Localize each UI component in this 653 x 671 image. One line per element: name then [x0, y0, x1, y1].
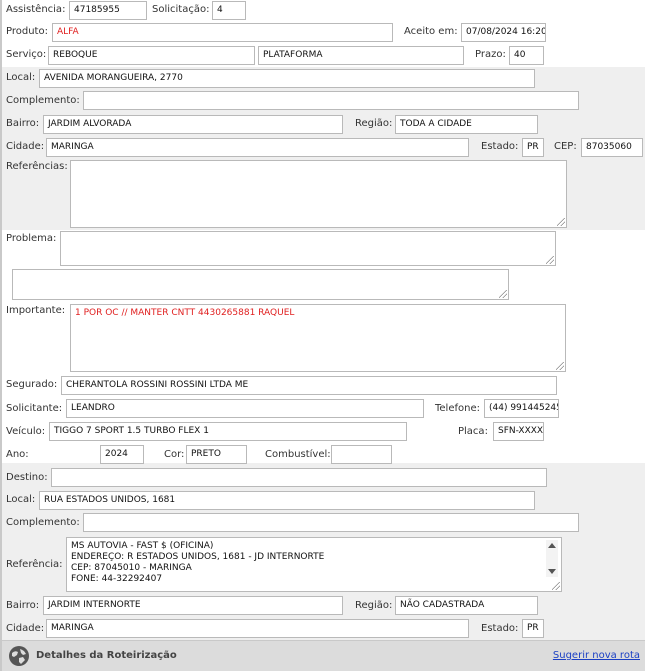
referencia-line: FONE: 44-32292407 [71, 574, 163, 584]
suggest-route-link[interactable]: Sugerir nova rota [553, 650, 640, 661]
destino-referencia-label: Referência: [6, 559, 63, 570]
cidade-label: Cidade: [6, 141, 45, 152]
assistencia-label: Assistência: [6, 4, 66, 15]
problema-textarea[interactable] [60, 231, 556, 266]
cor-field[interactable]: PRETO [186, 445, 247, 464]
destino-cidade-label: Cidade: [6, 623, 45, 634]
combustivel-field[interactable] [331, 445, 392, 464]
globe-icon [9, 646, 29, 666]
destino-local-label: Local: [6, 494, 36, 505]
resize-handle-icon[interactable] [556, 362, 564, 370]
combustivel-label: Combustível: [265, 449, 331, 460]
routing-details-title: Detalhes da Roteirização [36, 650, 177, 661]
complemento-label: Complemento: [6, 95, 80, 106]
destino-regiao-label: Região: [355, 600, 393, 611]
solicitante-field[interactable]: LEANDRO [66, 399, 424, 418]
veiculo-label: Veículo: [6, 426, 46, 437]
destino-field[interactable] [51, 468, 547, 487]
resize-handle-icon[interactable] [546, 256, 554, 264]
prazo-label: Prazo: [475, 49, 506, 60]
solicitacao-label: Solicitação: [152, 4, 210, 15]
bairro-field[interactable]: JARDIM ALVORADA [43, 115, 343, 134]
importante-label: Importante: [6, 305, 66, 316]
destino-local-field[interactable]: RUA ESTADOS UNIDOS, 1681 [39, 491, 535, 510]
importante-text: 1 POR OC // MANTER CNTT 4430265881 RAQUE… [75, 308, 295, 318]
resize-handle-icon[interactable] [557, 218, 565, 226]
servico-label: Serviço: [6, 49, 47, 60]
produto-label: Produto: [6, 26, 48, 37]
cep-label: CEP: [554, 141, 577, 152]
destino-regiao-field[interactable]: NÃO CADASTRADA [395, 596, 538, 615]
estado-label: Estado: [481, 141, 519, 152]
destino-complemento-label: Complemento: [6, 517, 80, 528]
cor-label: Cor: [164, 449, 185, 460]
problema-textarea-2[interactable] [12, 269, 509, 300]
destino-bairro-field[interactable]: JARDIM INTERNORTE [43, 596, 343, 615]
estado-field[interactable]: PR [522, 138, 544, 157]
destino-label: Destino: [6, 472, 48, 483]
ano-label: Ano: [6, 449, 29, 460]
problema-label: Problema: [6, 233, 57, 244]
servico-field-2[interactable]: PLATAFORMA [258, 46, 464, 65]
cep-field[interactable]: 87035060 [581, 138, 643, 157]
placa-field[interactable]: SFN-XXXX [493, 422, 544, 441]
segurado-field[interactable]: CHERANTOLA ROSSINI ROSSINI LTDA ME [61, 376, 557, 395]
regiao-field[interactable]: TODA A CIDADE [395, 115, 538, 134]
destino-estado-field[interactable]: PR [522, 619, 544, 638]
referencia-scrollbar[interactable] [546, 540, 558, 577]
resize-handle-icon[interactable] [499, 290, 507, 298]
referencia-line: CEP: 87045010 - MARINGA [71, 563, 192, 573]
bairro-label: Bairro: [6, 118, 40, 129]
telefone-field[interactable]: (44) 991445245 [484, 399, 559, 418]
telefone-label: Telefone: [435, 403, 480, 414]
destino-referencia-textarea[interactable]: MS AUTOVIA - FAST $ (OFICINA) ENDEREÇO: … [66, 537, 562, 592]
ano-field[interactable]: 2024 [100, 445, 144, 464]
local-field[interactable]: AVENIDA MORANGUEIRA, 2770 [39, 69, 535, 88]
solicitante-label: Solicitante: [6, 403, 63, 414]
veiculo-field[interactable]: TIGGO 7 SPORT 1.5 TURBO FLEX 1 [49, 422, 407, 441]
referencia-line: ENDEREÇO: R ESTADOS UNIDOS, 1681 - JD IN… [71, 552, 325, 562]
referencias-label: Referências: [6, 161, 68, 172]
destino-bairro-label: Bairro: [6, 600, 40, 611]
segurado-label: Segurado: [6, 379, 58, 390]
aceito-field[interactable]: 07/08/2024 16:20 [461, 23, 546, 42]
referencia-line: MS AUTOVIA - FAST $ (OFICINA) [71, 541, 214, 551]
destino-cidade-field[interactable]: MARINGA [46, 619, 469, 638]
regiao-label: Região: [355, 118, 393, 129]
placa-label: Placa: [458, 426, 488, 437]
prazo-field[interactable]: 40 [509, 46, 544, 65]
solicitacao-field[interactable]: 4 [212, 1, 246, 20]
destino-estado-label: Estado: [481, 623, 519, 634]
referencias-textarea[interactable] [70, 160, 567, 228]
aceito-label: Aceito em: [404, 26, 458, 37]
cidade-field[interactable]: MARINGA [46, 138, 469, 157]
resize-handle-icon[interactable] [552, 582, 560, 590]
produto-field[interactable]: ALFA [52, 23, 393, 42]
scroll-down-icon[interactable] [548, 569, 556, 574]
scroll-up-icon[interactable] [548, 543, 556, 548]
local-label: Local: [6, 72, 36, 83]
complemento-field[interactable] [83, 91, 579, 110]
servico-field-1[interactable]: REBOQUE [48, 46, 255, 65]
assistencia-field[interactable]: 47185955 [69, 1, 147, 20]
destino-complemento-field[interactable] [83, 513, 579, 532]
importante-textarea[interactable]: 1 POR OC // MANTER CNTT 4430265881 RAQUE… [70, 304, 566, 372]
routing-details-bar[interactable]: Detalhes da Roteirização Sugerir nova ro… [2, 640, 645, 671]
